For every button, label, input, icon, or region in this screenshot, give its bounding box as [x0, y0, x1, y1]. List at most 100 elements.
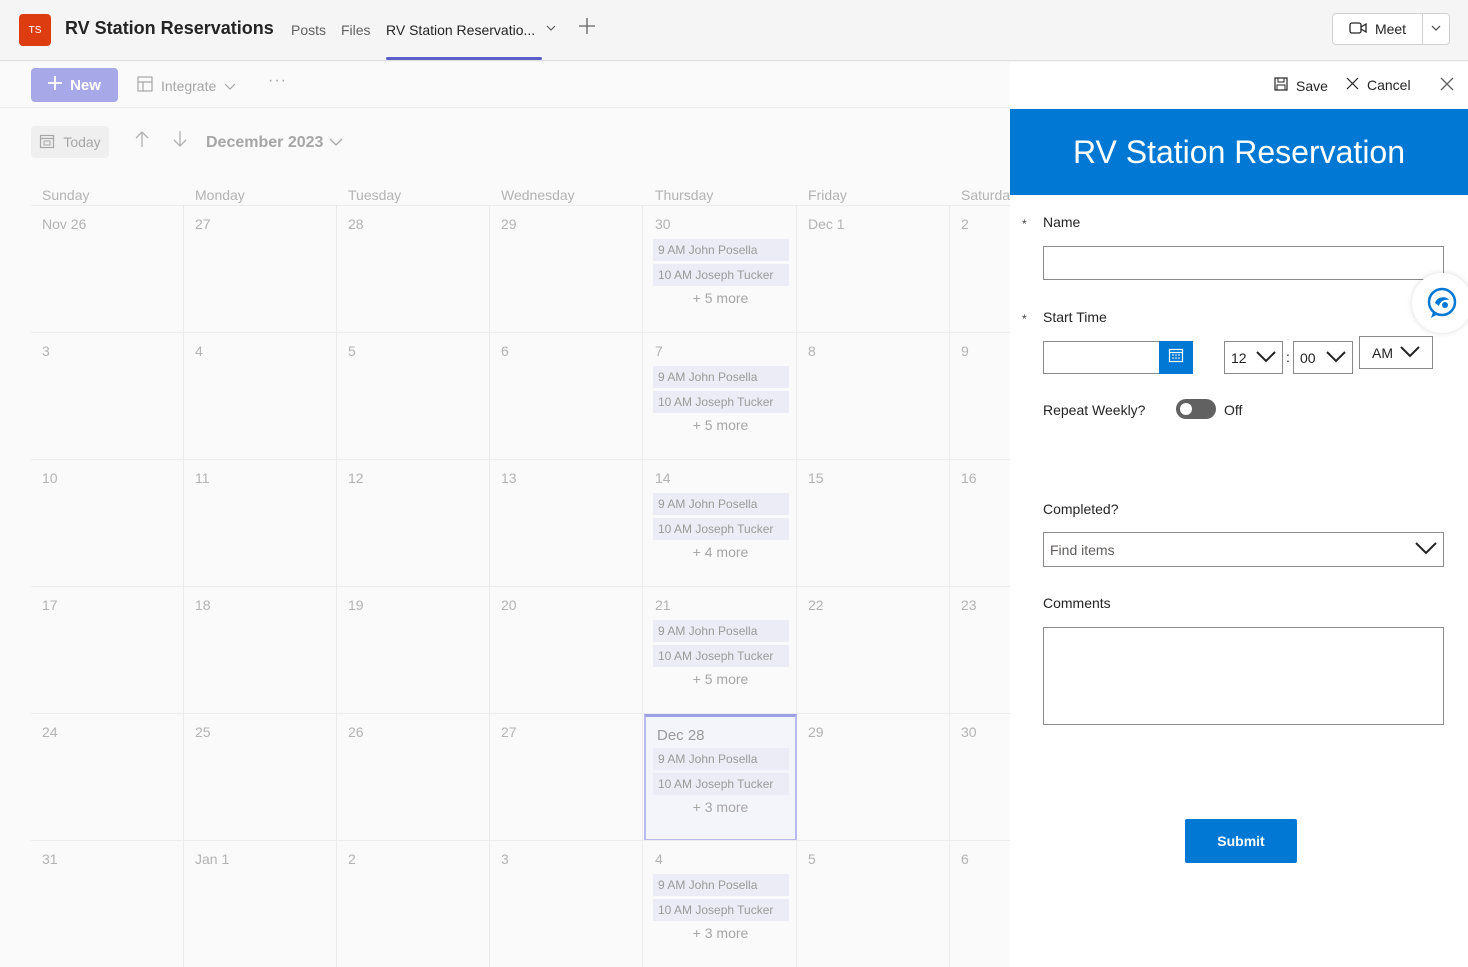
calendar-day[interactable]: 24 [31, 714, 184, 841]
calendar-day[interactable]: 5 [337, 333, 490, 460]
more-events-link[interactable]: + 4 more [644, 544, 797, 560]
calendar-day[interactable]: 21 9 AM John Posella 10 AM Joseph Tucker… [644, 587, 797, 714]
day-number: 5 [348, 343, 356, 359]
calendar-event[interactable]: 9 AM John Posella [653, 239, 789, 261]
meet-options-button[interactable] [1422, 13, 1450, 45]
calendar-day[interactable]: 3 [31, 333, 184, 460]
close-panel-icon[interactable] [1438, 75, 1456, 98]
calendar-event[interactable]: 9 AM John Posella [653, 620, 789, 642]
calendar-day[interactable]: 19 [337, 587, 490, 714]
completed-dropdown[interactable]: Find items [1043, 532, 1444, 567]
tab-posts[interactable]: Posts [291, 22, 326, 38]
add-tab-icon[interactable] [578, 15, 596, 41]
minute-select[interactable]: 00 [1293, 341, 1353, 374]
calendar-day[interactable]: 9 [950, 333, 1010, 460]
calendar-day[interactable]: 27 [184, 206, 337, 333]
cancel-button[interactable]: Cancel [1346, 77, 1411, 93]
calendar-day[interactable]: 25 [184, 714, 337, 841]
calendar-day[interactable]: 22 [797, 587, 950, 714]
more-events-link[interactable]: + 5 more [644, 417, 797, 433]
calendar-day[interactable]: 14 9 AM John Posella 10 AM Joseph Tucker… [644, 460, 797, 587]
calendar-day[interactable]: Nov 26 [31, 206, 184, 333]
more-options-icon[interactable]: ··· [268, 72, 287, 90]
hour-select[interactable]: 12 [1224, 341, 1283, 374]
calendar-day[interactable]: 23 [950, 587, 1010, 714]
calendar-day[interactable]: 13 [490, 460, 643, 587]
calendar-event[interactable]: 10 AM Joseph Tucker [653, 518, 789, 540]
next-month-arrow-icon[interactable] [172, 130, 188, 153]
assistant-chat-icon[interactable] [1412, 273, 1468, 333]
save-button[interactable]: Save [1274, 77, 1328, 94]
more-events-link[interactable]: + 5 more [644, 290, 797, 306]
calendar-day[interactable]: 29 [797, 714, 950, 841]
time-separator: : [1286, 349, 1290, 365]
calendar-event[interactable]: 10 AM Joseph Tucker [653, 391, 789, 413]
day-number: 11 [195, 470, 210, 486]
calendar-event[interactable]: 10 AM Joseph Tucker [653, 645, 789, 667]
calendar-day[interactable]: 26 [337, 714, 490, 841]
calendar-day[interactable]: 8 [797, 333, 950, 460]
calendar-day[interactable]: 20 [490, 587, 643, 714]
calendar-day[interactable]: 28 [337, 206, 490, 333]
calendar-day[interactable]: 31 [31, 841, 184, 967]
calendar-day[interactable]: 27 [490, 714, 643, 841]
submit-button[interactable]: Submit [1185, 819, 1297, 863]
calendar-day[interactable]: 11 [184, 460, 337, 587]
today-button[interactable]: Today [31, 126, 109, 158]
calendar-day[interactable]: 4 [184, 333, 337, 460]
more-events-link[interactable]: + 3 more [644, 799, 797, 815]
calendar-day[interactable]: 6 [490, 333, 643, 460]
calendar-week: 24 25 26 27 Dec 28 9 AM John Posella 10 … [31, 713, 1010, 841]
calendar-event[interactable]: 9 AM John Posella [653, 493, 789, 515]
day-number: 24 [42, 724, 58, 740]
name-field[interactable] [1043, 246, 1444, 280]
calendar-week: Nov 26 27 28 29 30 9 AM John Posella 10 … [31, 205, 1010, 333]
calendar-day[interactable]: Dec 1 [797, 206, 950, 333]
calendar-day[interactable]: 16 [950, 460, 1010, 587]
calendar-day[interactable]: 30 9 AM John Posella 10 AM Joseph Tucker… [644, 206, 797, 333]
weekday-label: Wednesday [501, 187, 575, 203]
calendar-day[interactable]: 29 [490, 206, 643, 333]
calendar-event[interactable]: 9 AM John Posella [653, 748, 789, 770]
more-events-link[interactable]: + 5 more [644, 671, 797, 687]
ampm-select[interactable]: AM [1359, 336, 1433, 369]
calendar-day[interactable]: 2 [950, 206, 1010, 333]
team-avatar[interactable]: TS [19, 14, 51, 46]
meet-button[interactable]: Meet [1332, 13, 1422, 45]
previous-month-arrow-icon[interactable] [134, 130, 150, 153]
calendar-day[interactable]: 17 [31, 587, 184, 714]
calendar-event[interactable]: 10 AM Joseph Tucker [653, 899, 789, 921]
tab-files[interactable]: Files [341, 22, 371, 38]
day-number: 14 [655, 470, 671, 486]
calendar-day[interactable]: 6 [950, 841, 1010, 967]
calendar-event[interactable]: 9 AM John Posella [653, 366, 789, 388]
calendar-day[interactable]: Jan 1 [184, 841, 337, 967]
calendar-day[interactable]: 2 [337, 841, 490, 967]
calendar-event[interactable]: 10 AM Joseph Tucker [653, 264, 789, 286]
day-number: 27 [501, 724, 517, 740]
calendar-day-today[interactable]: Dec 28 9 AM John Posella 10 AM Joseph Tu… [644, 714, 797, 841]
start-date-input[interactable] [1043, 341, 1160, 374]
month-picker[interactable]: December 2023 [206, 134, 343, 152]
calendar-day[interactable]: 12 [337, 460, 490, 587]
calendar-day[interactable]: 18 [184, 587, 337, 714]
tab-rv-station-reservations[interactable]: RV Station Reservatio... [386, 22, 535, 38]
tab-chevron-down-icon[interactable] [546, 23, 556, 36]
calendar-day[interactable]: 5 [797, 841, 950, 967]
calendar-day[interactable]: 3 [490, 841, 643, 967]
repeat-weekly-toggle[interactable] [1176, 399, 1216, 419]
day-number: 21 [655, 597, 671, 613]
calendar-event[interactable]: 9 AM John Posella [653, 874, 789, 896]
calendar-day[interactable]: 7 9 AM John Posella 10 AM Joseph Tucker … [644, 333, 797, 460]
cancel-label: Cancel [1367, 77, 1411, 93]
date-picker-button[interactable] [1159, 341, 1193, 374]
calendar-day[interactable]: 30 [950, 714, 1010, 841]
comments-textarea[interactable] [1043, 627, 1444, 725]
new-button[interactable]: New [31, 68, 118, 102]
integrate-button[interactable]: Integrate [137, 76, 236, 95]
calendar-day[interactable]: 15 [797, 460, 950, 587]
more-events-link[interactable]: + 3 more [644, 925, 797, 941]
calendar-day[interactable]: 10 [31, 460, 184, 587]
calendar-event[interactable]: 10 AM Joseph Tucker [653, 773, 789, 795]
calendar-day[interactable]: 4 9 AM John Posella 10 AM Joseph Tucker … [644, 841, 797, 967]
